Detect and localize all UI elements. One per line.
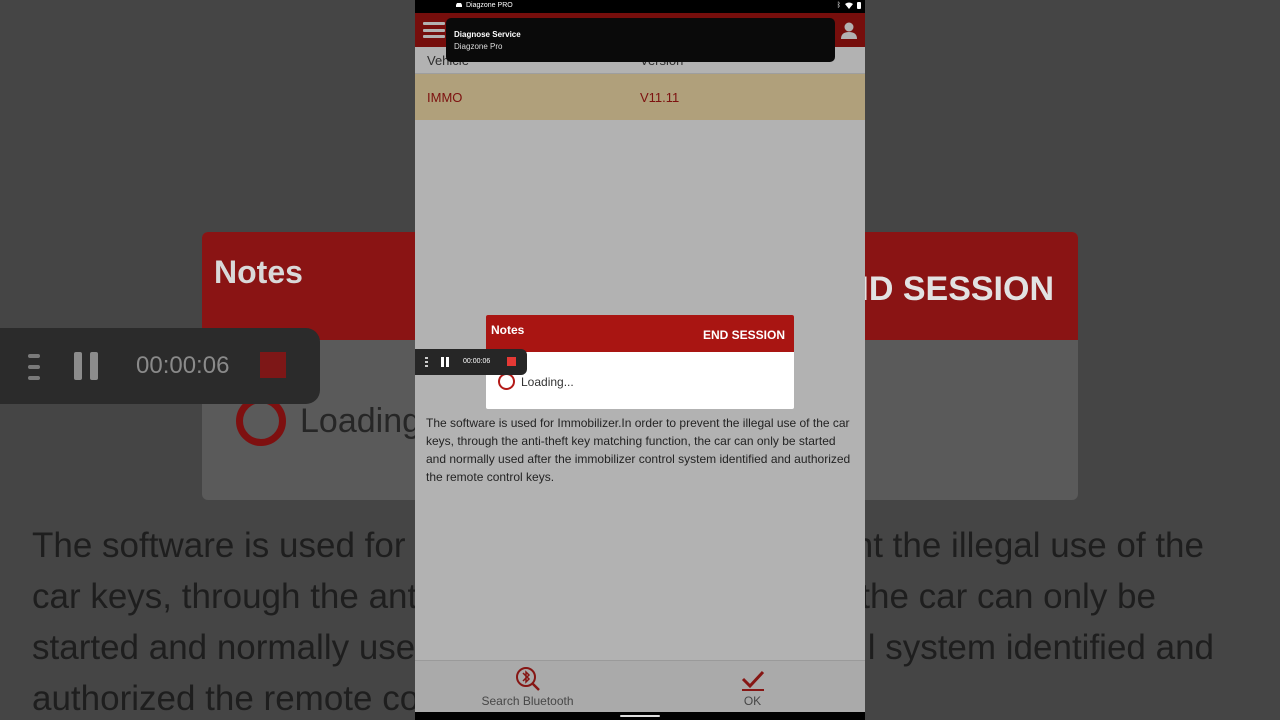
wifi-icon [845, 2, 853, 9]
bg-line-2-right: the car can only be [860, 577, 1156, 616]
pause-icon[interactable] [441, 357, 449, 367]
bluetooth-search-icon [515, 667, 540, 691]
bg-end-session-text: ND SESSION [844, 270, 1054, 308]
recorder-time: 00:00:06 [463, 358, 491, 365]
bg-recorder-time: 00:00:06 [136, 352, 230, 379]
phone-screen: Diagzone PRO ᛒ Vehicle Version IMMO V11.… [415, 0, 865, 720]
status-app: Diagzone PRO [455, 2, 513, 9]
screen-recorder-pill: 00:00:06 [415, 349, 527, 375]
search-bluetooth-button[interactable]: Search Bluetooth [415, 661, 640, 713]
bg-line-2: car keys, through the anti [32, 577, 425, 616]
drag-handle-icon[interactable] [425, 357, 429, 367]
bg-line-1-right: nt the illegal use of the [853, 526, 1204, 565]
status-bar: Diagzone PRO ᛒ [415, 0, 865, 13]
row-version: V11.11 [640, 90, 680, 105]
bg-line-3: started and normally use [32, 628, 416, 667]
bg-drag-handle-icon [28, 354, 40, 380]
bg-loading-text: Loading [300, 402, 422, 440]
bg-line-4: authorized the remote co [32, 679, 420, 718]
screen: Notes ND SESSION Loading 00:00:06 The so… [0, 0, 1280, 720]
bg-line-3-right: l system identified and [867, 628, 1214, 667]
checkmark-icon [741, 670, 764, 691]
car-icon [456, 3, 462, 7]
table-row[interactable]: IMMO V11.11 [415, 74, 865, 120]
bluetooth-icon: ᛒ [836, 2, 841, 9]
notification-subtitle: Diagzone Pro [454, 42, 503, 51]
bg-notes-title: Notes [214, 254, 303, 290]
ok-label: OK [743, 694, 762, 708]
notification-title: Diagnose Service [454, 30, 521, 39]
notes-dialog: Notes END SESSION Loading... [486, 315, 794, 409]
software-description: The software is used for Immobilizer.In … [426, 416, 851, 484]
end-session-button[interactable]: END SESSION [703, 328, 785, 342]
loading-text: Loading... [521, 375, 574, 389]
system-nav-bar [415, 712, 865, 720]
loading-spinner-icon [498, 373, 515, 390]
dialog-body: Loading... [486, 352, 794, 409]
search-bluetooth-label: Search Bluetooth [481, 694, 574, 708]
bg-line-1: The software is used for [32, 526, 406, 565]
bg-stop-icon [260, 352, 286, 378]
bottom-bar: Search Bluetooth OK [415, 660, 865, 712]
status-app-name: Diagzone PRO [466, 2, 513, 9]
status-icons: ᛒ [837, 2, 861, 9]
dialog-header: Notes END SESSION [486, 315, 794, 352]
ok-button[interactable]: OK [640, 661, 865, 713]
stop-icon[interactable] [507, 357, 516, 366]
battery-icon [857, 2, 861, 9]
dialog-title: Notes [491, 323, 525, 337]
home-gesture-handle[interactable] [620, 715, 660, 717]
bg-pause-icon [74, 352, 98, 380]
user-icon[interactable] [839, 20, 859, 40]
notification-banner[interactable]: Diagnose Service Diagzone Pro [446, 18, 835, 62]
menu-icon[interactable] [423, 22, 445, 38]
row-vehicle: IMMO [427, 90, 463, 105]
